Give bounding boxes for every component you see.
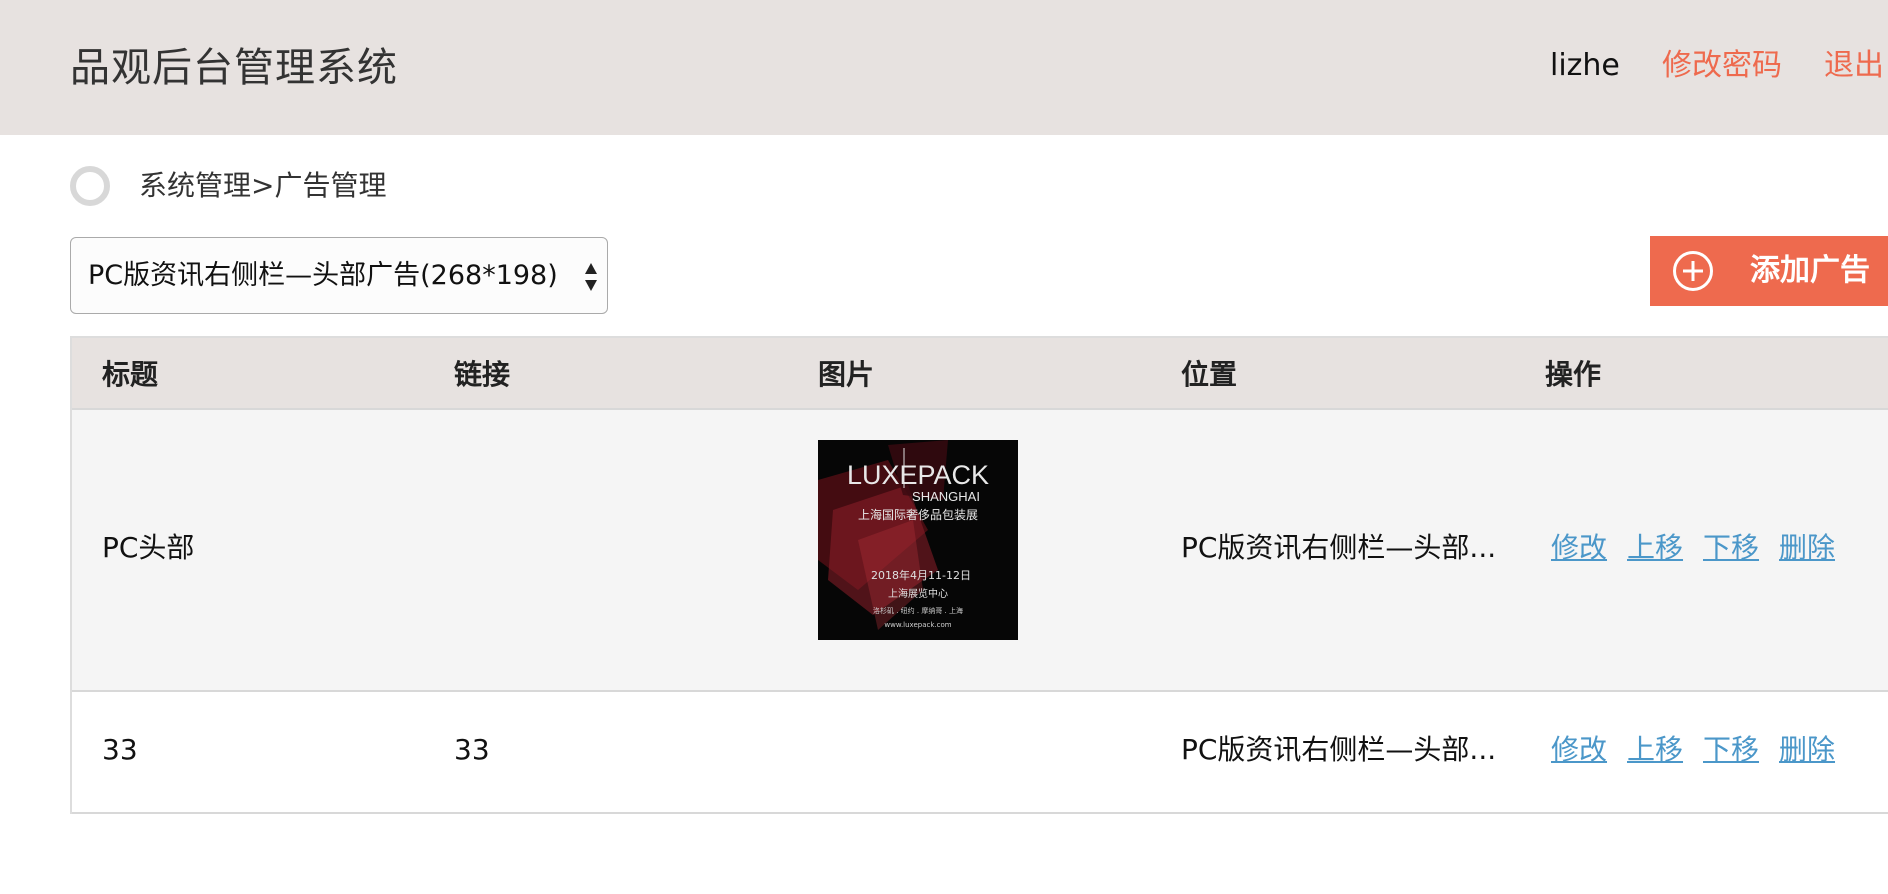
row-position: PC版资讯右侧栏—头部... xyxy=(1181,531,1497,564)
plus-circle-icon xyxy=(1673,251,1713,291)
luxepack-poster-image: LUXEPACK SHANGHAI 上海国际奢侈品包装展 2018年4月11-1… xyxy=(818,440,1018,640)
move-up-link[interactable]: 上移 xyxy=(1627,730,1683,770)
poster-venue: 上海展览中心 xyxy=(888,587,948,600)
add-ad-label: 添加广告 xyxy=(1750,253,1870,288)
poster-url: www.luxepack.com xyxy=(884,621,951,629)
edit-link[interactable]: 修改 xyxy=(1551,730,1607,770)
logout-link[interactable]: 退出 xyxy=(1824,46,1884,86)
user-name: lizhe xyxy=(1550,48,1620,83)
table-header: 标题 链接 图片 位置 操作 xyxy=(72,338,1888,410)
app-title: 品观后台管理系统 xyxy=(70,45,398,91)
ads-table: 标题 链接 图片 位置 操作 PC头部 LUXEPACK SHANGHAI 上海… xyxy=(70,336,1888,814)
move-up-link[interactable]: 上移 xyxy=(1627,528,1683,568)
ad-image-thumbnail[interactable]: LUXEPACK SHANGHAI 上海国际奢侈品包装展 2018年4月11-1… xyxy=(818,440,1018,640)
poster-city: SHANGHAI xyxy=(912,489,980,504)
column-actions: 操作 xyxy=(1545,358,1602,391)
row-link: 33 xyxy=(454,733,490,766)
move-down-link[interactable]: 下移 xyxy=(1703,730,1759,770)
poster-subtitle: 上海国际奢侈品包装展 xyxy=(858,507,978,522)
table-row: PC头部 LUXEPACK SHANGHAI 上海国际奢侈品包装展 2018年4… xyxy=(72,410,1888,692)
row-title: PC头部 xyxy=(102,531,195,564)
table-row: 33 33 PC版资讯右侧栏—头部... 修改 上移 下移 删除 xyxy=(72,692,1888,814)
ad-position-selected: PC版资讯右侧栏—头部广告(268*198) xyxy=(88,260,558,291)
add-ad-button[interactable]: 添加广告 xyxy=(1650,236,1888,306)
move-down-link[interactable]: 下移 xyxy=(1703,528,1759,568)
header: 品观后台管理系统 lizhe 修改密码 退出 xyxy=(0,0,1888,135)
column-title: 标题 xyxy=(102,358,159,391)
poster-brand: LUXEPACK xyxy=(847,460,989,490)
ad-position-select[interactable]: PC版资讯右侧栏—头部广告(268*198) xyxy=(70,237,608,314)
poster-date: 2018年4月11-12日 xyxy=(871,568,971,582)
delete-link[interactable]: 删除 xyxy=(1779,730,1835,770)
delete-link[interactable]: 删除 xyxy=(1779,528,1835,568)
breadcrumb: 系统管理>广告管理 xyxy=(139,169,387,202)
poster-cities: 洛杉矶 . 纽约 . 摩纳哥 . 上海 xyxy=(873,606,963,615)
edit-link[interactable]: 修改 xyxy=(1551,528,1607,568)
column-position: 位置 xyxy=(1181,358,1238,391)
column-link: 链接 xyxy=(454,358,511,391)
column-image: 图片 xyxy=(818,358,875,391)
row-position: PC版资讯右侧栏—头部... xyxy=(1181,733,1497,766)
row-title: 33 xyxy=(102,733,138,766)
select-arrows-icon xyxy=(585,263,597,291)
change-password-link[interactable]: 修改密码 xyxy=(1662,46,1782,86)
breadcrumb-dot-icon xyxy=(70,166,110,206)
